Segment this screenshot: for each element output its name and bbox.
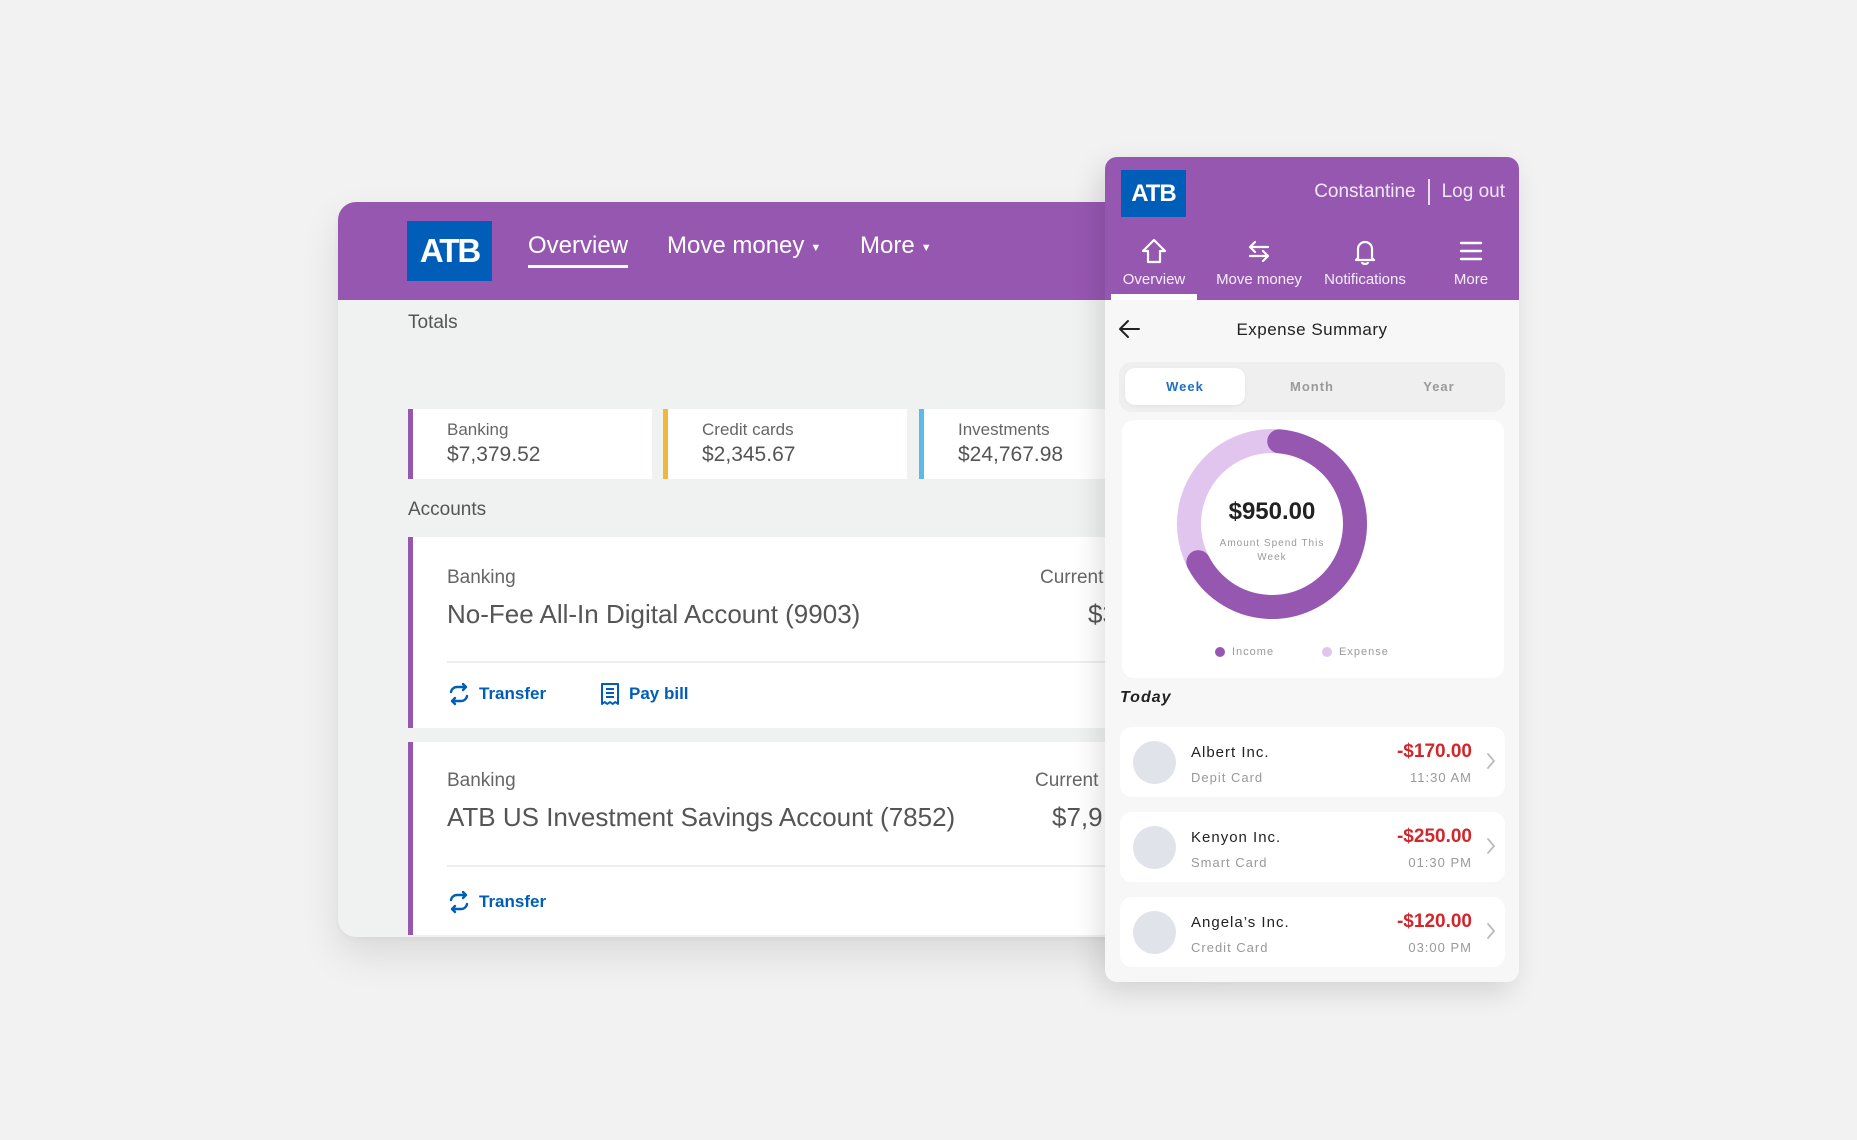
tab-more[interactable]: More (1419, 237, 1519, 288)
tab-label: Notifications (1324, 271, 1406, 288)
nav-move-money-label: Move money (667, 232, 805, 259)
mobile-app-window: ATB Constantine Log out Overview Move mo… (1105, 157, 1519, 982)
merchant-name: Angela’s Inc. (1191, 914, 1290, 931)
screen-title-bar: Expense Summary (1105, 300, 1519, 360)
transfer-icon (449, 890, 469, 914)
tab-label: Move money (1216, 271, 1302, 288)
legend-item-income: Income (1215, 646, 1274, 658)
totals-label: Banking (447, 420, 509, 439)
transaction-row[interactable]: Angela’s Inc. Credit Card -$120.00 03:00… (1120, 897, 1505, 967)
totals-value: $2,345.67 (702, 443, 796, 466)
transfer-button[interactable]: Transfer (447, 682, 546, 706)
totals-value: $7,379.52 (447, 443, 541, 466)
nav-overview-label: Overview (528, 232, 629, 259)
nav-more[interactable]: More ▼ (860, 232, 932, 260)
home-icon (1141, 238, 1167, 264)
balance-label: Current (1035, 770, 1099, 791)
payment-method: Depit Card (1191, 770, 1264, 785)
chevron-right-icon (1487, 923, 1496, 939)
transfer-label: Transfer (479, 684, 547, 703)
transaction-amount: -$120.00 (1396, 911, 1472, 932)
legend-item-expense: Expense (1322, 646, 1389, 658)
balance-label: Current (1040, 567, 1104, 588)
tab-label: More (1453, 271, 1489, 288)
transaction-amount: -$250.00 (1396, 826, 1472, 847)
atb-logo[interactable]: ATB (407, 221, 492, 281)
desktop-app-window: ATB Overview Move money ▼ More ▼ Totals … (338, 202, 1238, 937)
nav-overview[interactable]: Overview (528, 232, 629, 268)
account-name[interactable]: ATB US Investment Savings Account (7852) (447, 802, 955, 833)
tab-notifications[interactable]: Notifications (1313, 237, 1417, 288)
transaction-time: 03:00 PM (1408, 940, 1472, 955)
bell-icon (1354, 240, 1376, 265)
legend-label: Income (1232, 646, 1275, 658)
avatar (1133, 911, 1176, 954)
period-segmented-control: Week Month Year (1119, 362, 1505, 412)
tab-move-money[interactable]: Move money (1207, 237, 1311, 288)
caret-down-icon: ▼ (920, 242, 932, 254)
legend-dot-income (1215, 647, 1225, 657)
mobile-header: ATB Constantine Log out Overview Move mo… (1105, 157, 1519, 300)
totals-card-banking[interactable]: Banking $7,379.52 (408, 409, 652, 479)
legend-dot-expense (1322, 647, 1332, 657)
legend-label: Expense (1339, 646, 1389, 658)
donut-svg (1177, 429, 1367, 619)
nav-move-money[interactable]: Move money ▼ (667, 232, 821, 260)
receipt-icon (601, 683, 619, 705)
balance-value: $7,9 (1052, 802, 1103, 832)
account-type: Banking (447, 770, 516, 791)
totals-value: $24,767.98 (958, 443, 1064, 466)
pay-bill-button[interactable]: Pay bill (599, 682, 689, 706)
merchant-name: Albert Inc. (1191, 744, 1270, 761)
accounts-heading: Accounts (408, 499, 487, 520)
nav-more-label: More (860, 232, 915, 259)
transaction-row[interactable]: Albert Inc. Depit Card -$170.00 11:30 AM (1120, 727, 1505, 797)
period-year[interactable]: Year (1379, 368, 1499, 405)
pay-bill-label: Pay bill (629, 684, 689, 703)
account-type: Banking (447, 567, 516, 588)
user-name[interactable]: Constantine (1314, 181, 1415, 203)
transfer-label: Transfer (479, 892, 547, 911)
totals-heading: Totals (408, 312, 458, 333)
donut-center-caption: Amount Spend This Week (1219, 538, 1325, 563)
transaction-time: 01:30 PM (1408, 855, 1472, 870)
totals-label: Investments (958, 420, 1050, 439)
transfer-arrows-icon (1248, 240, 1270, 263)
merchant-name: Kenyon Inc. (1191, 829, 1282, 846)
account-name[interactable]: No-Fee All-In Digital Account (9903) (447, 599, 860, 630)
screen-title: Expense Summary (1236, 320, 1388, 339)
menu-icon (1459, 241, 1483, 261)
desktop-header: ATB Overview Move money ▼ More ▼ (338, 202, 1238, 300)
transaction-time: 11:30 AM (1410, 770, 1472, 785)
active-nav-underline (528, 265, 629, 268)
transaction-amount: -$170.00 (1396, 741, 1472, 762)
chevron-right-icon (1487, 838, 1496, 854)
tab-label: Overview (1122, 271, 1186, 288)
donut-center-amount: $950.00 (1228, 498, 1316, 525)
atb-logo[interactable]: ATB (1121, 170, 1186, 217)
tab-overview[interactable]: Overview (1105, 237, 1206, 288)
period-month[interactable]: Month (1252, 368, 1372, 405)
totals-label: Credit cards (702, 420, 794, 439)
chevron-right-icon (1487, 753, 1496, 769)
transfer-button[interactable]: Transfer (447, 890, 546, 914)
payment-method: Smart Card (1191, 855, 1268, 870)
section-heading-today: Today (1120, 689, 1172, 706)
totals-card-credit-cards[interactable]: Credit cards $2,345.67 (663, 409, 907, 479)
logout-link[interactable]: Log out (1442, 181, 1505, 203)
period-week[interactable]: Week (1125, 368, 1245, 405)
user-area: Constantine Log out (1314, 179, 1505, 205)
divider (1427, 179, 1430, 205)
payment-method: Credit Card (1191, 940, 1269, 955)
avatar (1133, 741, 1176, 784)
expense-donut-chart: $950.00 Amount Spend This Week Income Ex… (1122, 420, 1504, 678)
avatar (1133, 826, 1176, 869)
transfer-icon (449, 682, 469, 706)
caret-down-icon: ▼ (810, 242, 822, 254)
transaction-row[interactable]: Kenyon Inc. Smart Card -$250.00 01:30 PM (1120, 812, 1505, 882)
